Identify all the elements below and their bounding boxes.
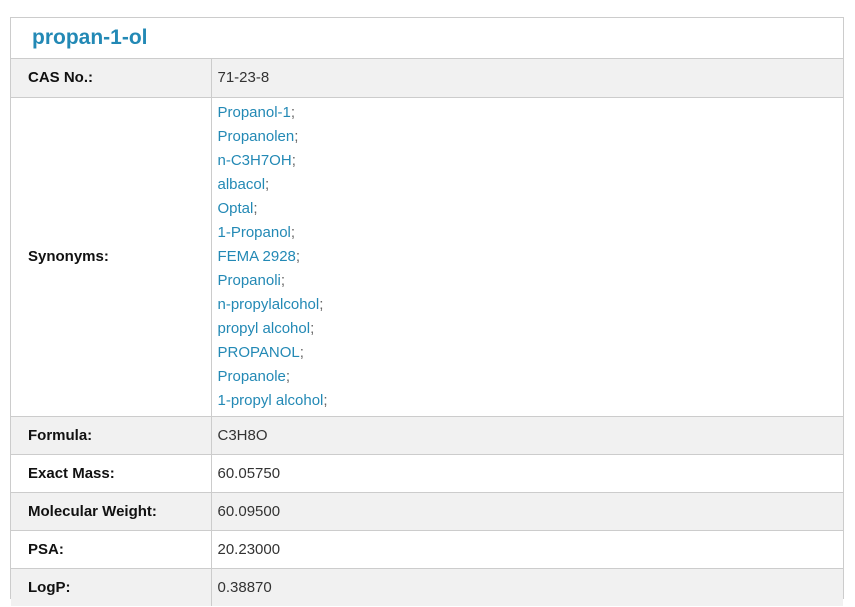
synonym-link[interactable]: PROPANOL bbox=[218, 344, 300, 361]
synonym-item: Propanole; bbox=[218, 365, 843, 389]
row-psa: PSA: 20.23000 bbox=[11, 529, 843, 568]
synonym-item: PROPANOL; bbox=[218, 341, 843, 365]
synonym-item: 1-propyl alcohol; bbox=[218, 389, 843, 413]
synonym-link[interactable]: 1-propyl alcohol bbox=[218, 392, 324, 409]
synonym-item: Propanoli; bbox=[218, 269, 843, 293]
row-synonyms: Synonyms: Propanol-1; Propanolen; n-C3H7… bbox=[11, 96, 843, 416]
synonym-link[interactable]: albacol bbox=[218, 176, 266, 193]
synonym-separator: ; bbox=[290, 223, 296, 241]
synonym-item: Optal; bbox=[218, 197, 843, 221]
logp-value: 0.38870 bbox=[211, 567, 843, 606]
molecular-weight-value: 60.09500 bbox=[211, 491, 843, 530]
synonym-link[interactable]: propyl alcohol bbox=[218, 320, 311, 337]
properties-table: CAS No.: 71-23-8 Synonyms: Propanol-1; P… bbox=[11, 59, 843, 606]
formula-value: C3H8O bbox=[211, 415, 843, 454]
synonym-separator: ; bbox=[310, 319, 315, 337]
synonym-link[interactable]: Optal bbox=[218, 200, 254, 217]
synonym-link[interactable]: n-C3H7OH bbox=[218, 152, 292, 169]
row-exact-mass: Exact Mass: 60.05750 bbox=[11, 453, 843, 492]
synonym-link[interactable]: FEMA 2928 bbox=[218, 248, 296, 265]
synonyms-list: Propanol-1; Propanolen; n-C3H7OH; albaco… bbox=[211, 96, 843, 416]
synonym-link[interactable]: Propanole bbox=[218, 368, 286, 385]
exact-mass-value: 60.05750 bbox=[211, 453, 843, 492]
synonym-separator: ; bbox=[295, 247, 301, 265]
synonym-item: n-C3H7OH; bbox=[218, 149, 843, 173]
synonym-separator: ; bbox=[265, 175, 270, 193]
formula-label: Formula: bbox=[11, 415, 212, 454]
synonym-separator: ; bbox=[280, 271, 286, 289]
exact-mass-label: Exact Mass: bbox=[11, 453, 212, 492]
synonym-link[interactable]: 1-Propanol bbox=[218, 224, 291, 241]
synonym-item: n-propylalcohol; bbox=[218, 293, 843, 317]
synonym-link[interactable]: n-propylalcohol bbox=[218, 296, 320, 313]
compound-card: propan-1-ol CAS No.: 71-23-8 Synonyms: P… bbox=[10, 17, 844, 606]
synonym-item: propyl alcohol; bbox=[218, 317, 843, 341]
synonym-item: 1-Propanol; bbox=[218, 221, 843, 245]
synonym-separator: ; bbox=[291, 151, 296, 169]
synonyms-label: Synonyms: bbox=[11, 96, 212, 416]
synonym-item: albacol; bbox=[218, 173, 843, 197]
synonym-item: Propanol-1; bbox=[218, 101, 843, 125]
synonym-separator: ; bbox=[294, 127, 299, 145]
synonym-item: FEMA 2928; bbox=[218, 245, 843, 269]
synonym-link[interactable]: Propanol-1 bbox=[218, 104, 291, 121]
row-logp: LogP: 0.38870 bbox=[11, 567, 843, 606]
synonym-separator: ; bbox=[285, 367, 291, 385]
logp-label: LogP: bbox=[11, 567, 212, 606]
synonym-separator: ; bbox=[319, 295, 324, 313]
synonym-separator: ; bbox=[290, 103, 296, 121]
row-formula: Formula: C3H8O bbox=[11, 415, 843, 454]
cas-label: CAS No.: bbox=[11, 59, 212, 97]
synonym-separator: ; bbox=[323, 391, 328, 409]
synonym-separator: ; bbox=[253, 199, 258, 217]
synonym-link[interactable]: Propanolen bbox=[218, 128, 295, 145]
compound-title: propan-1-ol bbox=[32, 26, 148, 49]
title-bar: propan-1-ol bbox=[11, 18, 843, 59]
synonym-link[interactable]: Propanoli bbox=[218, 272, 281, 289]
row-molecular-weight: Molecular Weight: 60.09500 bbox=[11, 491, 843, 530]
psa-label: PSA: bbox=[11, 529, 212, 568]
molecular-weight-label: Molecular Weight: bbox=[11, 491, 212, 530]
synonym-separator: ; bbox=[299, 343, 304, 361]
synonym-item: Propanolen; bbox=[218, 125, 843, 149]
psa-value: 20.23000 bbox=[211, 529, 843, 568]
row-cas: CAS No.: 71-23-8 bbox=[11, 59, 843, 97]
cas-value: 71-23-8 bbox=[211, 59, 843, 97]
